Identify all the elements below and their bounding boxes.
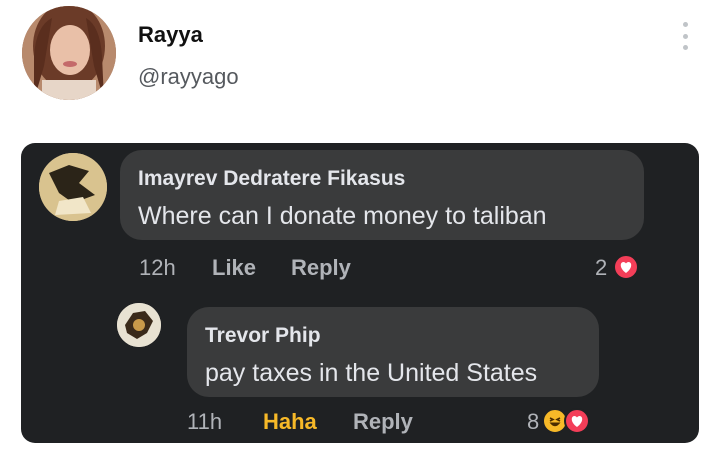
comment-thread-card: Imayrev Dedratere Fikasus Where can I do… xyxy=(21,143,699,443)
comment-author[interactable]: Imayrev Dedratere Fikasus xyxy=(138,167,405,191)
heart-icon xyxy=(613,254,639,280)
profile-avatar[interactable] xyxy=(22,6,116,100)
reaction-count[interactable]: 8 xyxy=(527,409,539,435)
reply-button[interactable]: Reply xyxy=(353,409,413,435)
commenter-avatar[interactable] xyxy=(117,303,161,347)
comment-text: Where can I donate money to taliban xyxy=(138,202,547,230)
comment-timestamp[interactable]: 11h xyxy=(187,409,222,435)
reaction-count[interactable]: 2 xyxy=(595,255,607,281)
comment-timestamp[interactable]: 12h xyxy=(139,255,176,281)
user-handle[interactable]: @rayyago xyxy=(138,64,239,90)
display-name[interactable]: Rayya xyxy=(138,22,203,48)
comment-bubble: Trevor Phip pay taxes in the United Stat… xyxy=(187,307,599,397)
comment-text: pay taxes in the United States xyxy=(205,359,538,387)
haha-button[interactable]: Haha xyxy=(263,409,317,435)
heart-icon xyxy=(564,408,590,434)
commenter-avatar[interactable] xyxy=(39,153,107,221)
comment-author[interactable]: Trevor Phip xyxy=(205,324,321,348)
like-button[interactable]: Like xyxy=(212,255,256,281)
reply-button[interactable]: Reply xyxy=(291,255,351,281)
more-options-icon[interactable] xyxy=(678,22,692,50)
comment-bubble: Imayrev Dedratere Fikasus Where can I do… xyxy=(120,150,644,240)
